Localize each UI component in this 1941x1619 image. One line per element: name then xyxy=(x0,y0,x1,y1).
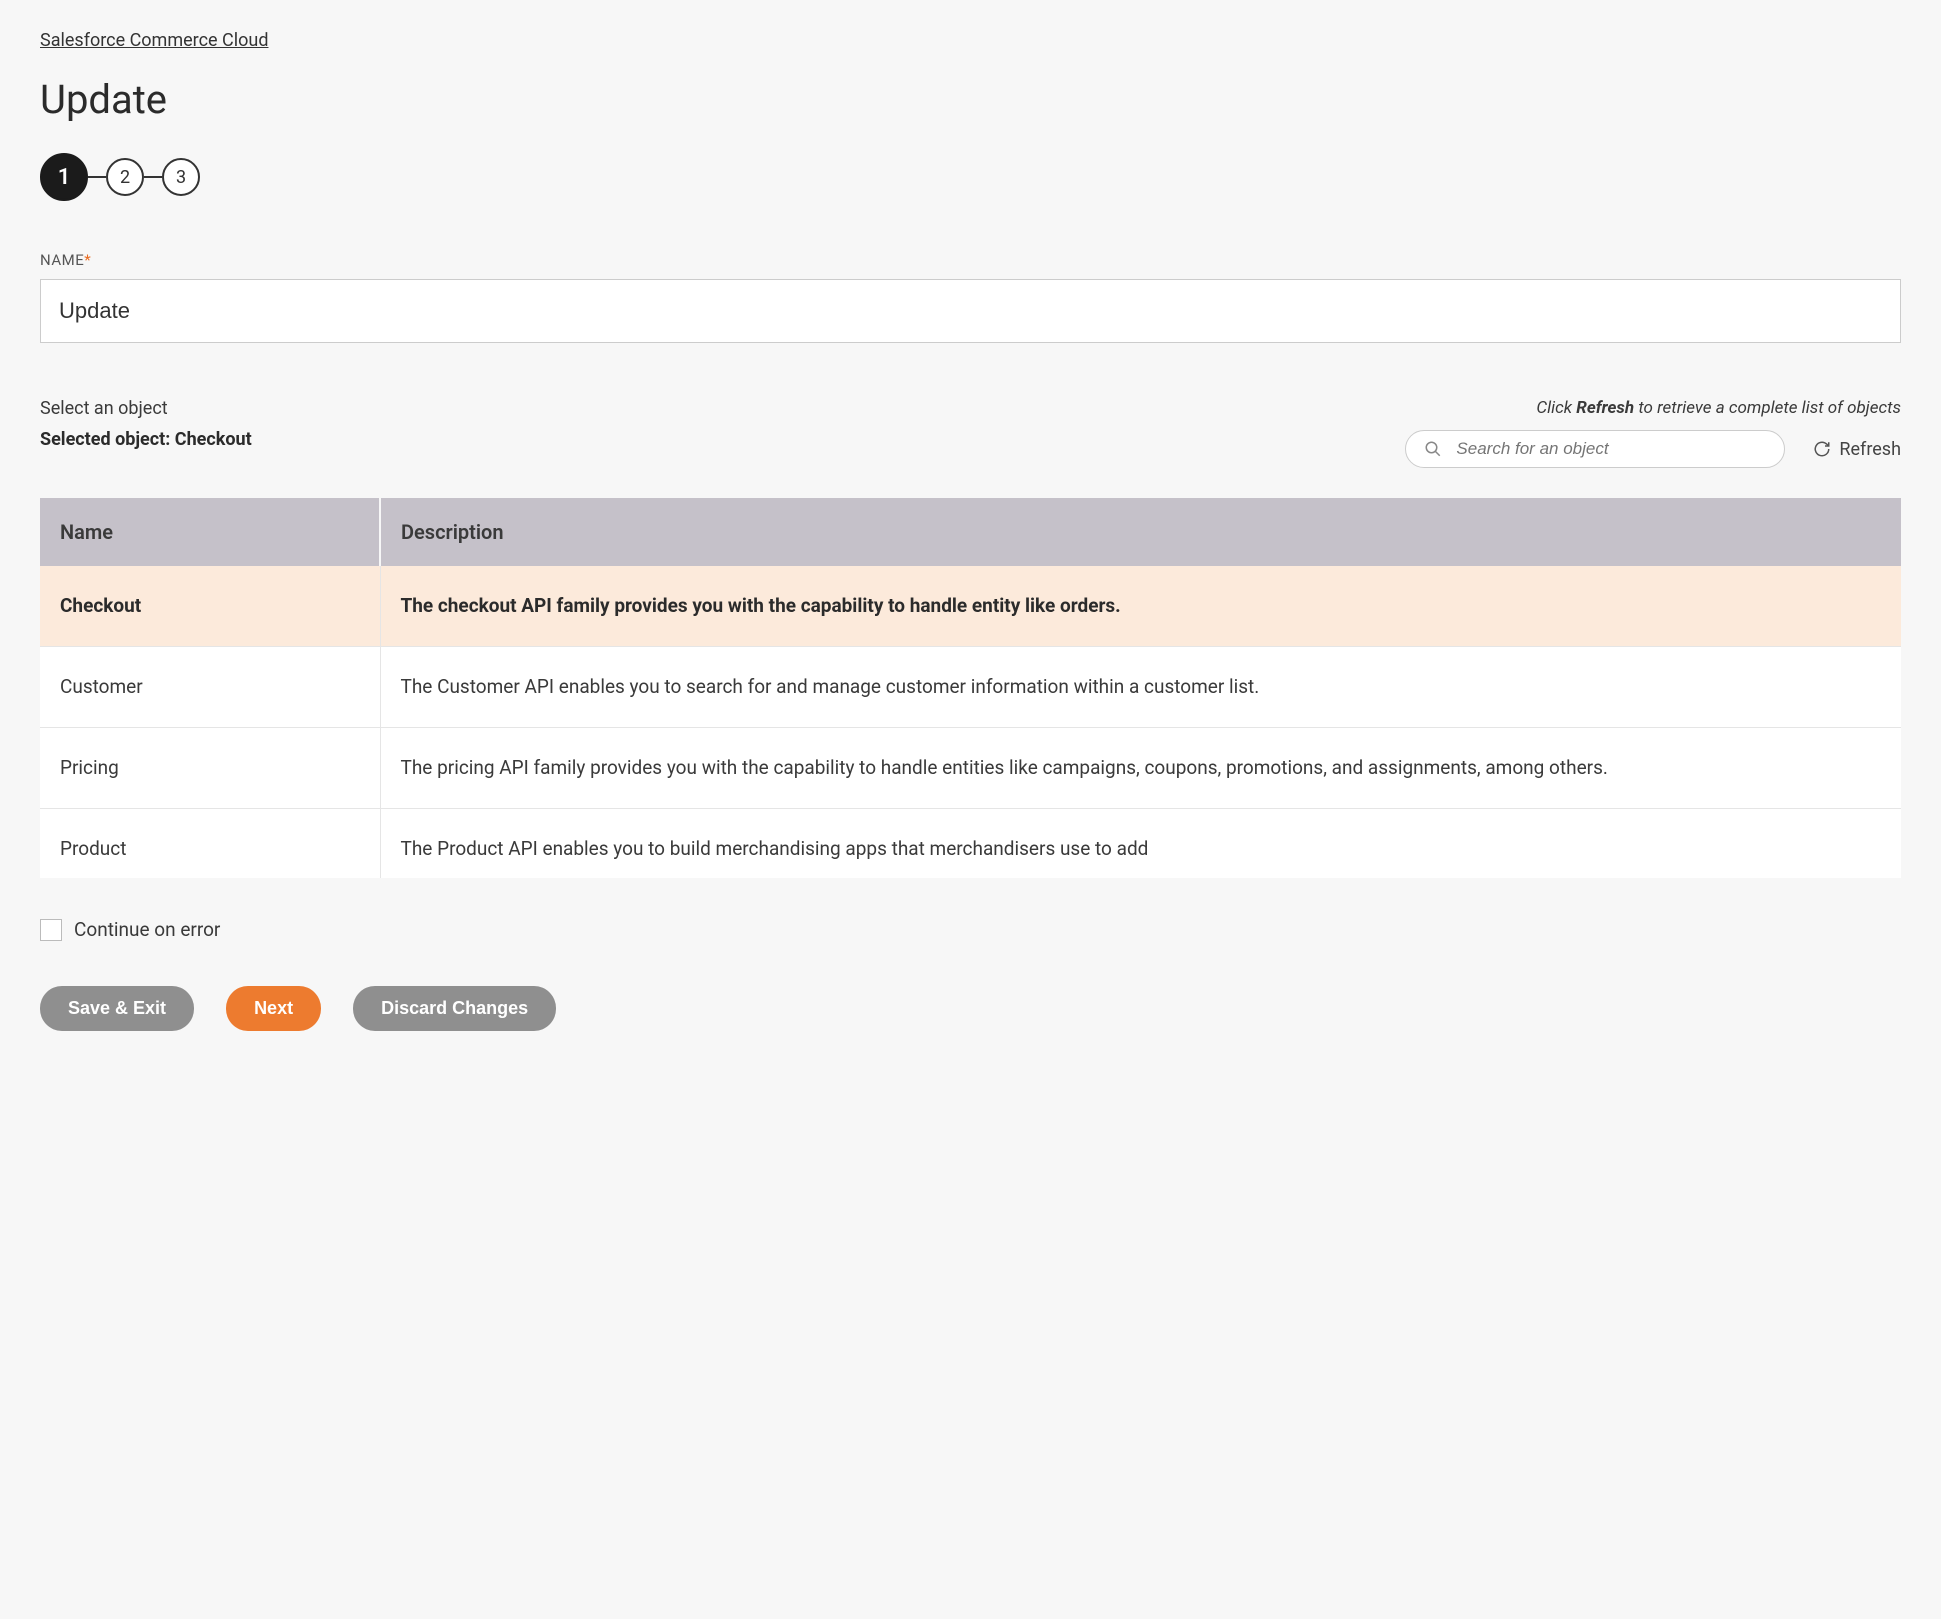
cell-description: The pricing API family provides you with… xyxy=(380,728,1901,809)
continue-on-error-label[interactable]: Continue on error xyxy=(74,918,220,941)
selected-object-prefix: Selected object: xyxy=(40,429,175,450)
cell-name: Pricing xyxy=(40,728,380,809)
cell-name: Customer xyxy=(40,647,380,728)
refresh-hint: Click Refresh to retrieve a complete lis… xyxy=(1405,398,1901,418)
refresh-hint-post: to retrieve a complete list of objects xyxy=(1634,398,1901,418)
next-button[interactable]: Next xyxy=(226,986,321,1031)
cell-name: Product xyxy=(40,809,380,878)
cell-description: The checkout API family provides you wit… xyxy=(380,566,1901,647)
name-label-text: NAME xyxy=(40,251,84,269)
name-label: NAME* xyxy=(40,251,1901,269)
page-title: Update xyxy=(40,76,1901,123)
search-input[interactable] xyxy=(1456,439,1766,459)
search-box[interactable] xyxy=(1405,430,1785,468)
table-row[interactable]: CustomerThe Customer API enables you to … xyxy=(40,647,1901,728)
step-1[interactable]: 1 xyxy=(40,153,88,201)
continue-on-error-checkbox[interactable] xyxy=(40,919,62,941)
save-exit-button[interactable]: Save & Exit xyxy=(40,986,194,1031)
table-row[interactable]: CheckoutThe checkout API family provides… xyxy=(40,566,1901,647)
selected-object: Selected object: Checkout xyxy=(40,429,252,450)
search-icon xyxy=(1424,440,1442,458)
col-name: Name xyxy=(40,498,380,566)
table-scroll[interactable]: Name Description CheckoutThe checkout AP… xyxy=(40,498,1901,878)
col-description: Description xyxy=(380,498,1901,566)
refresh-hint-bold: Refresh xyxy=(1576,398,1634,418)
breadcrumb[interactable]: Salesforce Commerce Cloud xyxy=(40,30,268,51)
refresh-icon xyxy=(1813,440,1831,458)
refresh-label: Refresh xyxy=(1839,439,1901,460)
object-table: Name Description CheckoutThe checkout AP… xyxy=(40,498,1901,878)
step-2[interactable]: 2 xyxy=(106,158,144,196)
step-connector xyxy=(144,176,162,178)
step-connector xyxy=(88,176,106,178)
refresh-hint-pre: Click xyxy=(1536,398,1576,418)
select-object-label: Select an object xyxy=(40,398,252,419)
cell-description: The Customer API enables you to search f… xyxy=(380,647,1901,728)
cell-name: Checkout xyxy=(40,566,380,647)
cell-description: The Product API enables you to build mer… xyxy=(380,809,1901,878)
name-input[interactable] xyxy=(40,279,1901,343)
stepper: 1 2 3 xyxy=(40,153,1901,201)
step-3[interactable]: 3 xyxy=(162,158,200,196)
required-mark: * xyxy=(84,251,91,269)
table-row[interactable]: PricingThe pricing API family provides y… xyxy=(40,728,1901,809)
refresh-button[interactable]: Refresh xyxy=(1813,439,1901,460)
selected-object-value: Checkout xyxy=(175,429,252,450)
table-row[interactable]: ProductThe Product API enables you to bu… xyxy=(40,809,1901,878)
discard-button[interactable]: Discard Changes xyxy=(353,986,556,1031)
